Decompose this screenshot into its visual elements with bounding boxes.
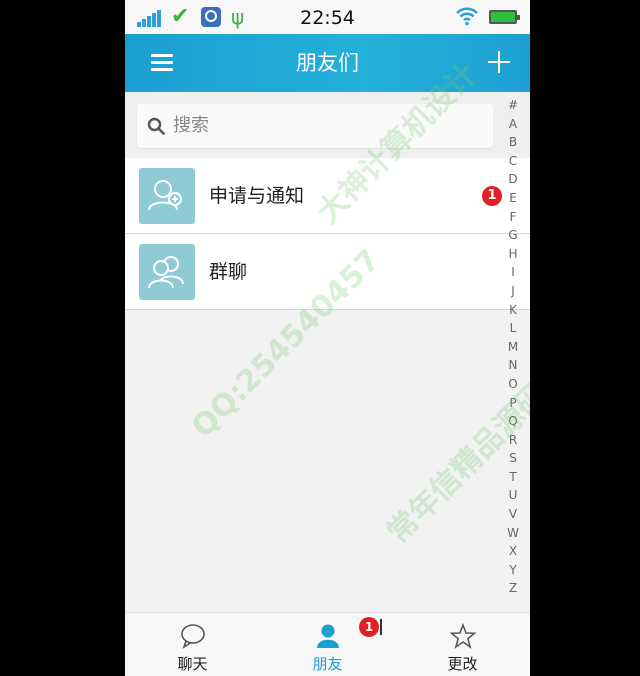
search-icon [147,117,165,135]
index-letter[interactable]: # [502,96,524,115]
index-letter[interactable]: Y [502,561,524,580]
list-item-label: 群聊 [209,261,248,283]
index-letter[interactable]: T [502,468,524,487]
index-letter[interactable]: P [502,394,524,413]
plus-icon[interactable] [487,50,511,74]
tab-more[interactable]: 更改 [395,613,530,676]
group-icon [139,244,195,300]
index-letter[interactable]: M [502,338,524,357]
tab-label: 聊天 [177,655,208,673]
chat-bubble-icon [181,624,205,649]
list-item-label: 申请与通知 [209,185,305,207]
index-letter[interactable]: W [502,524,524,543]
nav-bar: 朋友们 [125,34,530,92]
contact-list: 申请与通知 1 群聊 [125,158,530,310]
notification-badge: 1 [482,186,502,206]
battery-icon [489,10,520,24]
index-letter[interactable]: A [502,115,524,134]
index-letter[interactable]: B [502,133,524,152]
index-letter[interactable]: G [502,226,524,245]
index-letter[interactable]: Q [502,412,524,431]
index-letter[interactable]: X [502,542,524,561]
index-letter[interactable]: U [502,486,524,505]
index-letter[interactable]: N [502,356,524,375]
index-letter[interactable]: S [502,449,524,468]
index-letter[interactable]: L [502,319,524,338]
index-letter[interactable]: H [502,245,524,264]
phone-screen: ✔ ψ 22:54 朋友们 搜索 申请与通知 1 群聊 # A B C D E … [125,0,530,676]
tab-bar: 聊天 朋友 更改 1 [125,612,530,676]
status-bar: ✔ ψ 22:54 [125,0,530,34]
list-item-requests[interactable]: 申请与通知 1 [125,158,530,234]
person-icon [317,624,339,648]
alphabet-index[interactable]: # A B C D E F G H I J K L M N O P Q R S T U V W X Y Z [502,96,524,598]
search-input[interactable]: 搜索 [137,104,493,148]
wifi-icon [456,7,478,26]
cursor-mark [380,619,382,635]
tab-label: 更改 [447,655,478,673]
index-letter[interactable]: F [502,208,524,227]
page-title: 朋友们 [296,51,359,75]
star-icon [449,623,477,649]
index-letter[interactable]: D [502,170,524,189]
index-letter[interactable]: K [502,301,524,320]
list-item-group-chat[interactable]: 群聊 [125,234,530,310]
index-letter[interactable]: C [502,152,524,171]
index-letter[interactable]: O [502,375,524,394]
index-letter[interactable]: E [502,189,524,208]
index-letter[interactable]: Z [502,579,524,598]
index-letter[interactable]: I [502,263,524,282]
index-letter[interactable]: V [502,505,524,524]
index-letter[interactable]: J [502,282,524,301]
tab-chat[interactable]: 聊天 [125,613,260,676]
tab-badge: 1 [359,617,379,637]
add-contact-icon [139,168,195,224]
tab-label: 朋友 [312,655,343,673]
index-letter[interactable]: R [502,431,524,450]
search-section: 搜索 [125,92,530,158]
search-placeholder: 搜索 [173,115,209,136]
